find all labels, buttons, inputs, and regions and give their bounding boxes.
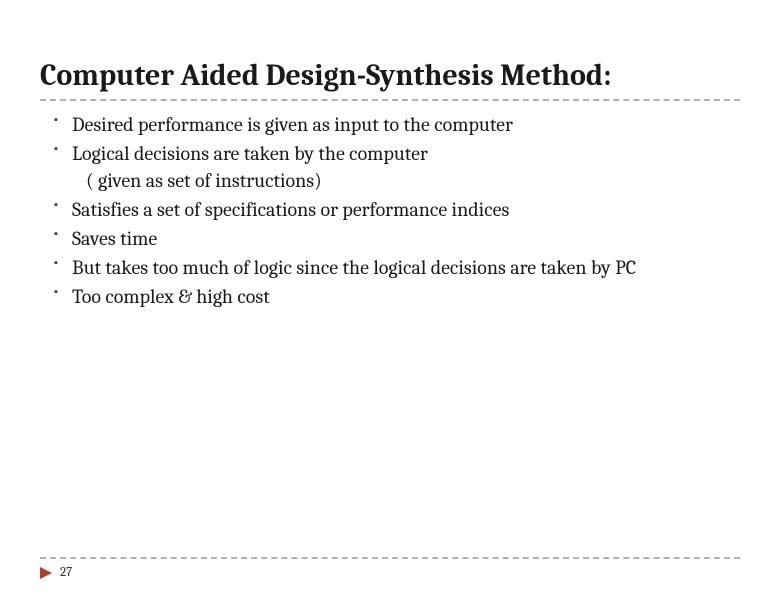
footer-row: 27 xyxy=(40,565,740,580)
arrow-icon xyxy=(40,567,52,579)
footer-divider xyxy=(40,557,740,559)
slide: Computer Aided Design-Synthesis Method: … xyxy=(0,0,780,612)
bullet-text: Logical decisions are taken by the compu… xyxy=(72,142,428,165)
slide-footer: 27 xyxy=(40,557,740,580)
bullet-list: Desired performance is given as input to… xyxy=(40,111,740,310)
bullet-text: But takes too much of logic since the lo… xyxy=(72,256,636,279)
page-number: 27 xyxy=(60,565,72,580)
title-divider xyxy=(40,99,740,101)
slide-title: Computer Aided Design-Synthesis Method: xyxy=(40,58,740,99)
bullet-text: Desired performance is given as input to… xyxy=(72,113,513,136)
bullet-text: Satisfies a set of specifications or per… xyxy=(72,198,509,221)
list-item: But takes too much of logic since the lo… xyxy=(54,254,740,281)
list-item: Desired performance is given as input to… xyxy=(54,111,740,138)
list-item: Saves time xyxy=(54,225,740,252)
bullet-text: Saves time xyxy=(72,227,157,250)
list-item: Satisfies a set of specifications or per… xyxy=(54,196,740,223)
list-item: Logical decisions are taken by the compu… xyxy=(54,140,740,194)
list-item: Too complex & high cost xyxy=(54,283,740,310)
bullet-subtext: ( given as set of instructions) xyxy=(72,167,740,194)
bullet-text: Too complex & high cost xyxy=(72,285,270,308)
